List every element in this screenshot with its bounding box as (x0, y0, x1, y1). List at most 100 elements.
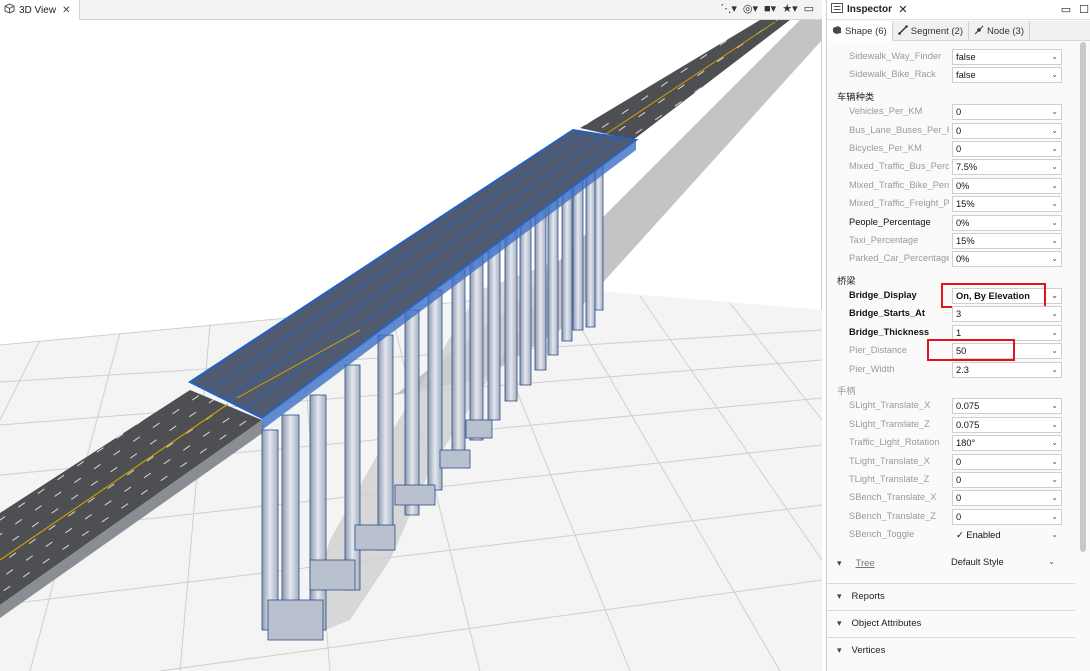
tab-segment[interactable]: Segment (2) (893, 21, 970, 41)
property-value-field[interactable]: 0.075 ⌄ (952, 416, 1062, 433)
tree-label[interactable]: Tree (856, 558, 875, 569)
dropdown-icon[interactable]: ⌄ (1051, 234, 1058, 248)
property-value-field[interactable]: 0 ⌄ (952, 490, 1062, 507)
section-object-attributes[interactable]: ▾ Object Attributes (827, 610, 1075, 636)
section-reports[interactable]: ▾ Reports (827, 583, 1075, 609)
property-value: 0 (956, 511, 962, 522)
section-reports-label: Reports (851, 591, 885, 602)
property-value-field[interactable]: 15% ⌄ (952, 232, 1062, 249)
inspector-panel: Inspector ✕ ▭ ☐ Shape (6) Segment (2) No… (826, 0, 1090, 671)
dropdown-icon[interactable]: ⌄ (1051, 124, 1058, 138)
network-icon[interactable]: ⋱▾ (720, 2, 737, 15)
section-vertices-label: Vertices (851, 645, 886, 656)
group-header: 手柄 (837, 386, 856, 397)
section-object-attributes-label: Object Attributes (851, 618, 922, 629)
close-icon[interactable]: ✕ (62, 5, 70, 16)
dropdown-icon[interactable]: ⌄ (1051, 399, 1058, 413)
layers-icon[interactable]: ◎▾ (743, 2, 758, 15)
dropdown-icon[interactable]: ⌄ (1051, 105, 1058, 119)
property-value-field[interactable]: 0.075 ⌄ (952, 398, 1062, 415)
inspector-close-icon[interactable]: ✕ (896, 3, 910, 16)
dropdown-icon[interactable]: ⌄ (1051, 197, 1058, 211)
shape-icon (832, 25, 842, 38)
property-row: TLight_Translate_Z 0 ⌄ (831, 471, 1069, 489)
property-name: Pier_Width (849, 363, 895, 374)
chevron-down-icon[interactable]: ▾ (837, 558, 842, 569)
dropdown-icon[interactable]: ⌄ (1051, 436, 1058, 450)
property-value: 15% (956, 199, 975, 210)
dropdown-icon[interactable]: ⌄ (1051, 179, 1058, 193)
dropdown-icon[interactable]: ⌄ (1051, 160, 1058, 174)
property-value-field[interactable]: false ⌄ (952, 49, 1062, 65)
property-value: 2.3 (956, 364, 969, 375)
property-value-field[interactable]: 0% ⌄ (952, 177, 1062, 194)
property-value-field[interactable]: 0% ⌄ (952, 214, 1062, 231)
property-row: TLight_Translate_X 0 ⌄ (831, 453, 1069, 471)
maximize-icon[interactable]: ☐ (1077, 3, 1090, 16)
property-value-field[interactable]: 0 ⌄ (952, 453, 1062, 470)
camera-icon[interactable]: ■▾ (764, 2, 776, 15)
tree-style-select[interactable]: Default Style ⌄ (948, 555, 1058, 571)
tab-shape[interactable]: Shape (6) (827, 21, 893, 41)
dropdown-icon[interactable]: ⌄ (1051, 528, 1058, 542)
group-header: 桥梁 (837, 275, 856, 286)
property-name: TLight_Translate_X (849, 455, 930, 466)
dropdown-icon[interactable]: ⌄ (1051, 326, 1058, 340)
property-value-field[interactable]: 0 ⌄ (952, 122, 1062, 139)
3d-viewport[interactable] (0, 20, 822, 671)
scrollbar-thumb[interactable] (1080, 42, 1086, 552)
dropdown-icon[interactable]: ⌄ (1051, 142, 1058, 156)
property-value-field[interactable]: 180° ⌄ (952, 435, 1062, 452)
dropdown-icon[interactable]: ⌄ (1051, 510, 1058, 524)
property-value-field[interactable]: 3 ⌄ (952, 306, 1062, 323)
dropdown-icon[interactable]: ⌄ (1051, 216, 1058, 230)
property-name: Bus_Lane_Buses_Per_KM (849, 124, 949, 135)
property-value: 0 (956, 493, 962, 504)
chevron-right-icon: ▾ (837, 591, 842, 601)
dropdown-icon[interactable]: ⌄ (1051, 363, 1058, 377)
dropdown-icon[interactable]: ⌄ (1051, 455, 1058, 469)
property-value: 0 (956, 456, 962, 467)
property-name: People_Percentage (849, 216, 931, 227)
dropdown-icon[interactable]: ⌄ (1051, 289, 1058, 303)
property-value-field[interactable]: 2.3 ⌄ (952, 361, 1062, 378)
property-value-field[interactable]: 0 ⌄ (952, 508, 1062, 525)
minimize-icon[interactable]: ▭ (804, 2, 814, 15)
property-row: SLight_Translate_X 0.075 ⌄ (831, 397, 1069, 415)
property-value-field[interactable]: false ⌄ (952, 67, 1062, 84)
property-name: TLight_Translate_Z (849, 473, 930, 484)
inspector-icon (831, 3, 843, 16)
property-value-field[interactable]: On, By Elevation ⌄ (952, 288, 1062, 305)
dropdown-icon[interactable]: ⌄ (1051, 252, 1058, 266)
property-value-field[interactable]: 0 ⌄ (952, 471, 1062, 488)
property-row: Vehicles_Per_KM 0 ⌄ (831, 103, 1069, 121)
view-tabbar: 3D View ✕ ⋱▾ ◎▾ ■▾ ★▾ ▭ (0, 0, 822, 20)
property-name: Parked_Car_Percentage (849, 253, 949, 264)
property-value-field[interactable]: ✓ Enabled ⌄ (952, 527, 1062, 543)
inspector-scrollbar[interactable] (1080, 42, 1086, 662)
dropdown-icon[interactable]: ⌄ (1051, 68, 1058, 82)
dropdown-icon[interactable]: ⌄ (1051, 344, 1058, 358)
property-value-field[interactable]: 0% ⌄ (952, 251, 1062, 268)
dropdown-icon[interactable]: ⌄ (1051, 418, 1058, 432)
section-vertices[interactable]: ▾ Vertices (827, 637, 1075, 663)
property-row: Bridge_Thickness 1 ⌄ (831, 324, 1069, 342)
dropdown-icon[interactable]: ⌄ (1051, 491, 1058, 505)
property-value-field[interactable]: 0 ⌄ (952, 104, 1062, 121)
tab-3d-view[interactable]: 3D View ✕ (0, 0, 80, 20)
property-value-field[interactable]: 7.5% ⌄ (952, 159, 1062, 176)
bookmark-star-icon[interactable]: ★▾ (782, 2, 797, 15)
property-row: SBench_Toggle ✓ Enabled ⌄ (831, 526, 1069, 544)
dropdown-icon[interactable]: ⌄ (1051, 473, 1058, 487)
property-value-field[interactable]: 1 ⌄ (952, 324, 1062, 341)
property-value-field[interactable]: 50 ⌄ (952, 343, 1062, 360)
dropdown-icon[interactable]: ⌄ (1051, 50, 1058, 64)
tree-row[interactable]: ▾ Tree Default Style ⌄ (827, 552, 1075, 574)
property-row: Mixed_Traffic_Bus_Percentage 7.5% ⌄ (831, 158, 1069, 176)
dropdown-icon[interactable]: ⌄ (1051, 307, 1058, 321)
minimize-icon[interactable]: ▭ (1059, 3, 1073, 16)
property-name: Taxi_Percentage (849, 234, 919, 245)
property-value-field[interactable]: 15% ⌄ (952, 196, 1062, 213)
property-value-field[interactable]: 0 ⌄ (952, 140, 1062, 157)
tab-node[interactable]: Node (3) (969, 21, 1030, 41)
